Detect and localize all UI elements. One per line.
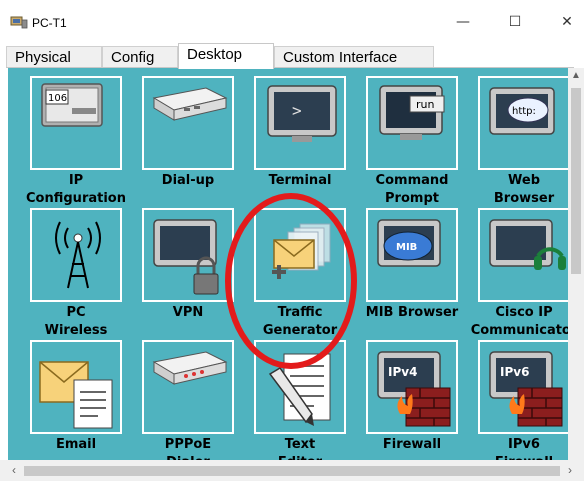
scroll-right-icon[interactable]: › (562, 462, 578, 478)
ip-configuration-icon: 106 (41, 83, 103, 127)
app-label: VPN (172, 305, 204, 320)
web-browser-icon: http: (489, 87, 555, 135)
email-icon (39, 361, 113, 429)
ipv6-firewall-icon: IPv6 (489, 351, 563, 427)
app-label: Command Prompt (375, 173, 449, 206)
tab-config[interactable]: Config (102, 46, 178, 68)
pc-app-icon (10, 16, 28, 29)
vpn-lock-icon (153, 219, 219, 295)
scroll-left-icon[interactable]: ‹ (6, 462, 22, 478)
app-label: IP Configuration (26, 173, 126, 206)
firewall-icon: IPv4 (377, 351, 451, 427)
title-bar: PC-T1 — ☐ ✕ (0, 0, 584, 44)
tab-desktop[interactable]: Desktop (178, 43, 274, 69)
text-editor-icon (268, 353, 331, 426)
ipv6-badge: IPv6 (500, 365, 529, 379)
mib-browser-icon: MIB (377, 219, 441, 267)
app-label: Email (55, 437, 97, 452)
mib-badge: MIB (396, 242, 417, 253)
horizontal-scrollbar[interactable]: ‹ › (0, 460, 584, 481)
app-label: Web Browser (493, 173, 555, 206)
ipv4-badge: IPv4 (388, 365, 417, 379)
http-badge: http: (512, 106, 536, 117)
app-label: PPPoE Dialer (164, 437, 212, 460)
pppoe-dialer-icon (152, 351, 228, 385)
tab-bar: Physical Config Desktop Custom Interface (6, 42, 576, 69)
vertical-scroll-thumb[interactable] (571, 88, 581, 274)
ip-communicator-icon (489, 219, 566, 270)
app-label: Traffic Generator (262, 305, 338, 338)
dial-up-modem-icon (152, 87, 228, 121)
app-label: Text Editor (278, 437, 322, 460)
maximize-button[interactable]: ☐ (503, 10, 527, 34)
scroll-up-icon[interactable]: ▲ (568, 68, 584, 84)
app-label: PC Wireless (44, 305, 108, 338)
command-prompt-icon: run (379, 85, 445, 140)
minimize-button[interactable]: — (451, 10, 475, 34)
app-label: Dial-up (161, 173, 215, 188)
tab-custom-interface[interactable]: Custom Interface (274, 46, 434, 68)
svg-text:>: > (292, 101, 302, 120)
app-label: MIB Browser (365, 305, 459, 320)
traffic-generator-icon (272, 223, 331, 279)
window-title: PC-T1 (32, 16, 67, 30)
horizontal-scroll-thumb[interactable] (24, 466, 560, 476)
terminal-icon: > (267, 85, 337, 142)
close-button[interactable]: ✕ (555, 10, 579, 34)
ip-config-badge: 106 (48, 93, 67, 104)
wireless-icon (55, 221, 101, 289)
app-label: Firewall (382, 437, 442, 452)
run-badge: run (416, 98, 434, 111)
app-label: IPv6 Firewall (495, 437, 553, 460)
desktop-panel: 106 IP Configuration Dial-up > Terminal … (8, 68, 568, 460)
app-label: Cisco IP Communicator (470, 305, 568, 338)
tab-physical[interactable]: Physical (6, 46, 102, 68)
app-label: Terminal (268, 173, 332, 188)
vertical-scrollbar[interactable]: ▲ (568, 68, 584, 460)
